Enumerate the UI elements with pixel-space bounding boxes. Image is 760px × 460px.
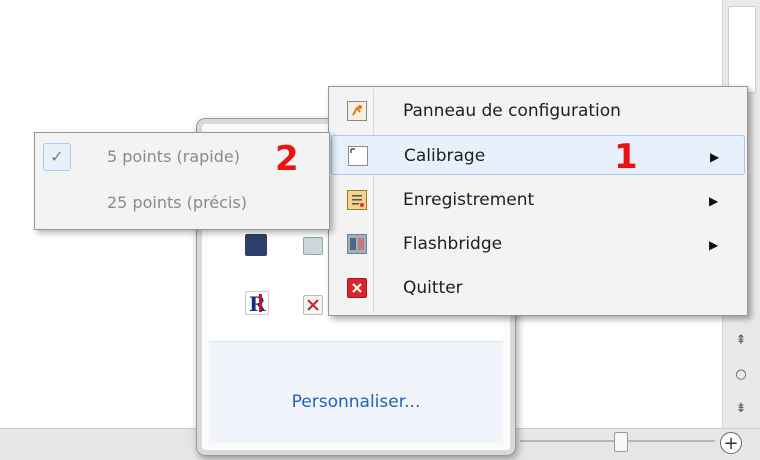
error-tray-icon[interactable] — [303, 295, 323, 315]
menu-item-recording[interactable]: Enregistrement ▶ — [331, 180, 745, 220]
svg-text:R: R — [249, 292, 266, 314]
recording-icon — [347, 190, 367, 210]
menu-item-label: Quitter — [403, 278, 463, 298]
customize-link[interactable]: Personnaliser... — [209, 392, 503, 412]
scroll-page-up-button[interactable]: ⇞ — [728, 330, 754, 352]
quit-icon — [347, 278, 367, 298]
menu-item-label: Calibrage — [404, 146, 486, 166]
submenu-arrow-icon: ▶ — [710, 150, 720, 164]
submenu-item-label: 25 points (précis) — [107, 193, 247, 212]
menu-item-quit[interactable]: Quitter — [331, 268, 745, 308]
scroll-browse-object-button[interactable]: ○ — [728, 364, 754, 386]
submenu-arrow-icon: ▶ — [709, 238, 719, 252]
menu-item-flashbridge[interactable]: Flashbridge ▶ — [331, 224, 745, 264]
submenu-item-label: 5 points (rapide) — [107, 147, 240, 166]
submenu-arrow-icon: ▶ — [709, 194, 719, 208]
menu-item-label: Panneau de configuration — [403, 101, 621, 121]
zoom-slider-thumb[interactable] — [614, 432, 628, 452]
flashbridge-icon — [347, 234, 367, 254]
menu-item-calibration[interactable]: Calibrage ▶ — [331, 135, 745, 175]
callout-number-1: 1 — [614, 137, 638, 177]
scroll-page-down-button[interactable]: ⇟ — [728, 398, 754, 420]
checkmark-icon: ✓ — [43, 143, 71, 171]
submenu-item-25-points[interactable]: 25 points (précis) — [37, 183, 327, 223]
monitor-app-icon[interactable] — [245, 234, 267, 256]
scrollbar-thumb[interactable] — [728, 6, 756, 93]
menu-item-label: Flashbridge — [403, 234, 503, 254]
tray-context-menu: Panneau de configuration Calibrage ▶ Enr… — [328, 86, 748, 316]
tray-footer: Personnaliser... — [209, 341, 503, 443]
calibration-icon — [348, 146, 368, 166]
r-app-icon[interactable]: R — [245, 291, 269, 316]
menu-item-control-panel[interactable]: Panneau de configuration — [331, 91, 745, 131]
callout-number-2: 2 — [275, 139, 299, 179]
zoom-in-button[interactable]: + — [720, 432, 742, 454]
menu-item-label: Enregistrement — [403, 190, 535, 210]
control-panel-icon — [347, 101, 367, 121]
network-icon[interactable] — [303, 237, 323, 255]
